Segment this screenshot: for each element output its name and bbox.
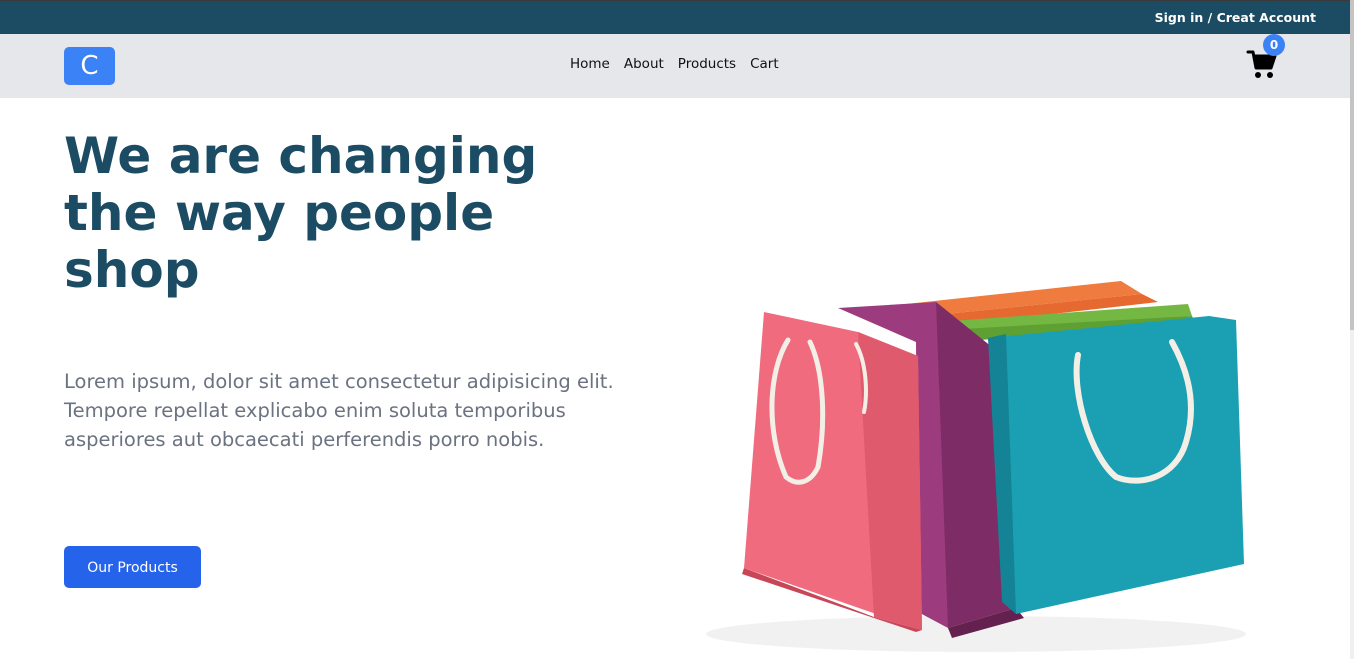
- hero-description: Lorem ipsum, dolor sit amet consectetur …: [64, 370, 614, 451]
- nav-link-about[interactable]: About: [622, 56, 666, 72]
- hero-title: We are changing the way people shop: [64, 127, 538, 299]
- navbar: C Home About Products Cart 0: [0, 34, 1350, 98]
- shopping-bags-image: [706, 272, 1286, 659]
- scrollbar-track[interactable]: [1350, 0, 1354, 659]
- page: Sign in / Creat Account C Home About Pro…: [0, 0, 1354, 659]
- nav-link-home[interactable]: Home: [568, 56, 612, 72]
- sign-in-create-account-link[interactable]: Sign in / Creat Account: [1155, 10, 1316, 25]
- logo[interactable]: C: [64, 47, 115, 85]
- our-products-button[interactable]: Our Products: [64, 546, 201, 588]
- nav-links: Home About Products Cart: [568, 56, 781, 72]
- nav-link-products[interactable]: Products: [676, 56, 738, 72]
- top-bar: Sign in / Creat Account: [0, 0, 1350, 34]
- cart-count-badge: 0: [1263, 34, 1285, 56]
- nav-link-cart[interactable]: Cart: [748, 56, 781, 72]
- scrollbar-thumb[interactable]: [1350, 0, 1354, 330]
